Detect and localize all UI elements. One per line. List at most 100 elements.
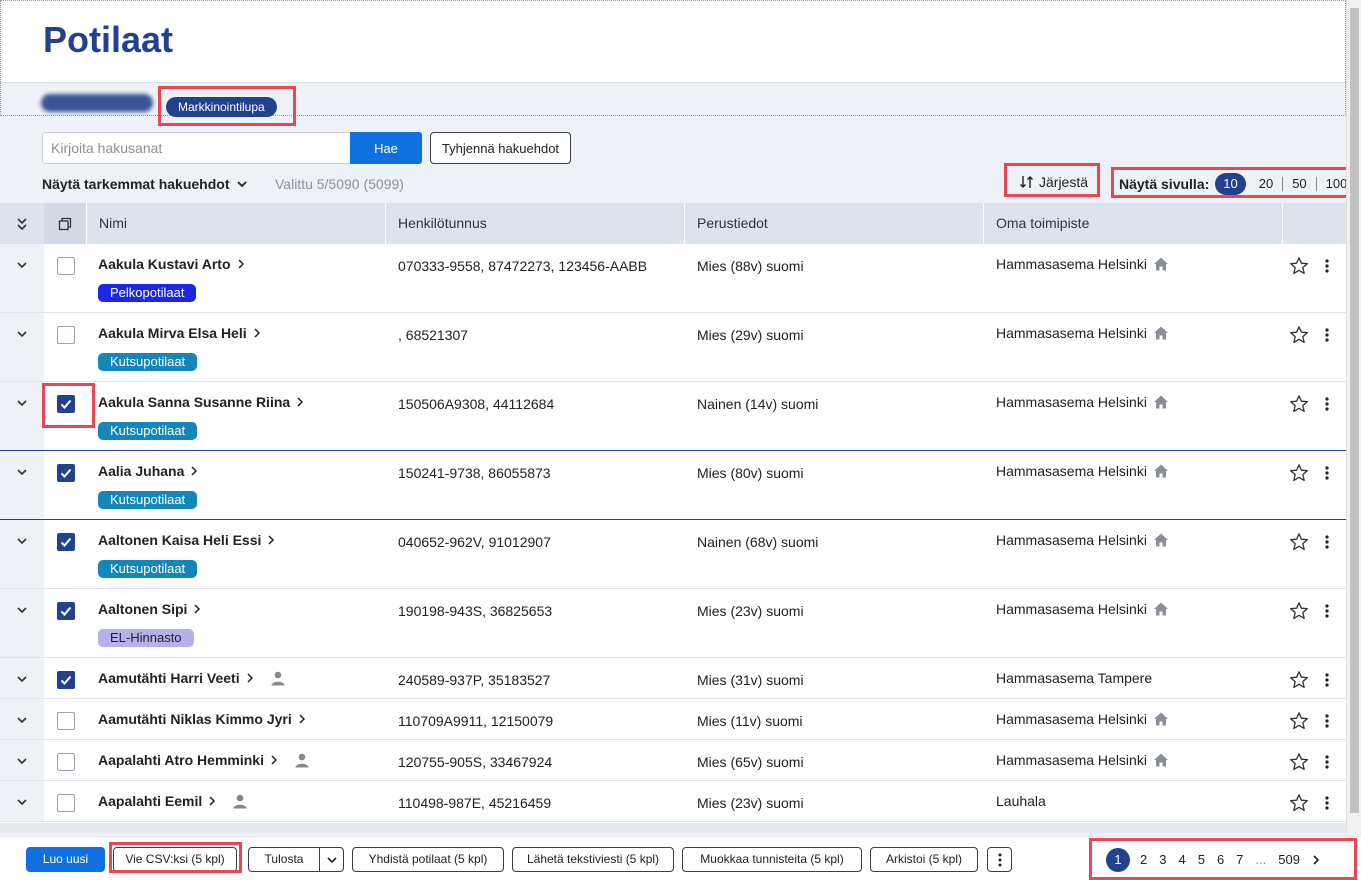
patient-name-link[interactable]: Aapalahti Atro Hemminki [98, 752, 310, 768]
star-icon[interactable] [1289, 711, 1309, 731]
star-icon[interactable] [1289, 256, 1309, 276]
search-input[interactable] [42, 132, 350, 164]
patient-name-link[interactable]: Aamutähti Niklas Kimmo Jyri [98, 711, 306, 727]
star-icon[interactable] [1289, 325, 1309, 345]
table-row[interactable]: Aamutähti Niklas Kimmo Jyri 110709A9911, … [0, 699, 1346, 740]
table-row[interactable]: Aamutähti Harri Veeti 240589-937P, 351835… [0, 658, 1346, 699]
patient-name-link[interactable]: Aapalahti Eemil [98, 793, 248, 809]
star-icon[interactable] [1289, 601, 1309, 621]
table-row[interactable]: Aaltonen Sipi EL-Hinnasto 190198-943S, 368… [0, 589, 1346, 658]
table-row[interactable]: Aakula Sanna Susanne Riina Kutsupotilaat 1… [0, 382, 1346, 451]
column-header-info[interactable]: Perustiedot [684, 203, 983, 244]
row-checkbox[interactable] [57, 794, 75, 812]
checkmark-icon [60, 675, 72, 685]
chevron-down-icon[interactable] [15, 795, 29, 809]
chevron-down-icon[interactable] [15, 327, 29, 341]
kebab-icon[interactable] [1320, 395, 1334, 413]
search-button[interactable]: Hae [350, 132, 422, 164]
page-5[interactable]: 5 [1198, 852, 1205, 867]
row-checkbox[interactable] [57, 712, 75, 730]
chevron-down-icon[interactable] [15, 534, 29, 548]
row-checkbox[interactable] [57, 395, 75, 413]
chevron-down-icon[interactable] [15, 465, 29, 479]
table-row[interactable]: Aapalahti Atro Hemminki 120755-905S, 3346… [0, 740, 1346, 781]
table-row[interactable]: Aalia Juhana Kutsupotilaat 150241-9738, 86… [0, 451, 1346, 520]
per-page-10[interactable]: 10 [1215, 173, 1246, 195]
expand-all-cell[interactable] [0, 203, 44, 244]
star-icon[interactable] [1289, 670, 1309, 690]
chevron-down-icon[interactable] [15, 672, 29, 686]
clear-filters-button[interactable]: Tyhjennä hakuehdot [430, 132, 571, 164]
horizontal-scrollbar[interactable] [0, 823, 1346, 833]
kebab-icon[interactable] [1320, 712, 1334, 730]
page-4[interactable]: 4 [1178, 852, 1185, 867]
sort-button[interactable]: Järjestä [1019, 174, 1088, 190]
blurred-tag[interactable] [41, 94, 153, 112]
kebab-icon[interactable] [1320, 671, 1334, 689]
chevron-down-icon[interactable] [15, 754, 29, 768]
kebab-icon[interactable] [1320, 753, 1334, 771]
star-icon[interactable] [1289, 793, 1309, 813]
column-header-location[interactable]: Oma toimipiste [983, 203, 1282, 244]
row-checkbox[interactable] [57, 671, 75, 689]
star-icon[interactable] [1289, 394, 1309, 414]
chevron-down-icon[interactable] [15, 396, 29, 410]
table-row[interactable]: Aaltonen Kaisa Heli Essi Kutsupotilaat 040… [0, 520, 1346, 589]
chevron-down-icon[interactable] [15, 258, 29, 272]
row-checkbox[interactable] [57, 326, 75, 344]
patient-name-link[interactable]: Aalia Juhana [98, 463, 198, 479]
patient-name-link[interactable]: Aaltonen Sipi [98, 601, 201, 617]
kebab-icon[interactable] [1320, 533, 1334, 551]
row-checkbox[interactable] [57, 602, 75, 620]
more-actions-button[interactable] [987, 847, 1012, 872]
page-7[interactable]: 7 [1236, 852, 1243, 867]
kebab-icon[interactable] [1320, 602, 1334, 620]
kebab-icon[interactable] [1320, 464, 1334, 482]
send-sms-button[interactable]: Lähetä tekstiviesti (5 kpl) [512, 847, 674, 872]
merge-patients-button[interactable]: Yhdistä potilaat (5 kpl) [352, 847, 504, 872]
row-checkbox[interactable] [57, 753, 75, 771]
edit-tags-button[interactable]: Muokkaa tunnisteita (5 kpl) [682, 847, 862, 872]
star-icon[interactable] [1289, 463, 1309, 483]
patient-ssn: 240589-937P, 35183527 [398, 672, 551, 688]
row-checkbox[interactable] [57, 533, 75, 551]
more-filters-toggle[interactable]: Näytä tarkemmat hakuehdot [42, 176, 248, 192]
per-page-50[interactable]: 50 [1282, 177, 1315, 191]
row-checkbox[interactable] [57, 464, 75, 482]
chevron-right-icon[interactable] [1310, 854, 1322, 866]
patient-name-link[interactable]: Aakula Kustavi Arto [98, 256, 245, 272]
create-new-button[interactable]: Luo uusi [26, 847, 105, 872]
page-6[interactable]: 6 [1217, 852, 1224, 867]
star-icon[interactable] [1289, 532, 1309, 552]
patient-name-link[interactable]: Aakula Sanna Susanne Riina [98, 394, 304, 410]
scrollbar-thumb[interactable] [1350, 8, 1359, 813]
chevron-down-icon[interactable] [15, 713, 29, 727]
star-icon[interactable] [1289, 752, 1309, 772]
table-row[interactable]: Aakula Kustavi Arto Pelkopotilaat 070333-9… [0, 244, 1346, 313]
tag-markkinointilupa[interactable]: Markkinointilupa [166, 97, 277, 117]
column-header-name[interactable]: Nimi [86, 203, 385, 244]
column-header-ssn[interactable]: Henkilötunnus [385, 203, 684, 244]
per-page-20[interactable]: 20 [1250, 177, 1282, 191]
select-all-cell[interactable] [44, 203, 86, 244]
chevron-down-icon[interactable] [15, 603, 29, 617]
kebab-icon[interactable] [1320, 257, 1334, 275]
page-1[interactable]: 1 [1106, 847, 1130, 872]
page-3[interactable]: 3 [1159, 852, 1166, 867]
patient-name-link[interactable]: Aakula Mirva Elsa Heli [98, 325, 261, 341]
print-button[interactable]: Tulosta [248, 847, 320, 872]
patient-name-link[interactable]: Aaltonen Kaisa Heli Essi [98, 532, 275, 548]
page-2[interactable]: 2 [1140, 852, 1147, 867]
page-last[interactable]: 509 [1278, 852, 1300, 867]
kebab-icon[interactable] [1320, 326, 1334, 344]
row-checkbox[interactable] [57, 257, 75, 275]
patient-name-link[interactable]: Aamutähti Harri Veeti [98, 670, 286, 686]
kebab-icon[interactable] [1320, 794, 1334, 812]
archive-button[interactable]: Arkistoi (5 kpl) [870, 847, 978, 872]
table-row[interactable]: Aakula Mirva Elsa Heli Kutsupotilaat , 685… [0, 313, 1346, 382]
location-name: Hammasasema Helsinki [996, 711, 1147, 727]
table-row[interactable]: Aapalahti Eemil 110498-987E, 45216459 Mies… [0, 781, 1346, 822]
vertical-scrollbar[interactable] [1346, 0, 1361, 833]
print-menu-button[interactable] [319, 847, 344, 872]
export-csv-button[interactable]: Vie CSV:ksi (5 kpl) [113, 847, 237, 872]
